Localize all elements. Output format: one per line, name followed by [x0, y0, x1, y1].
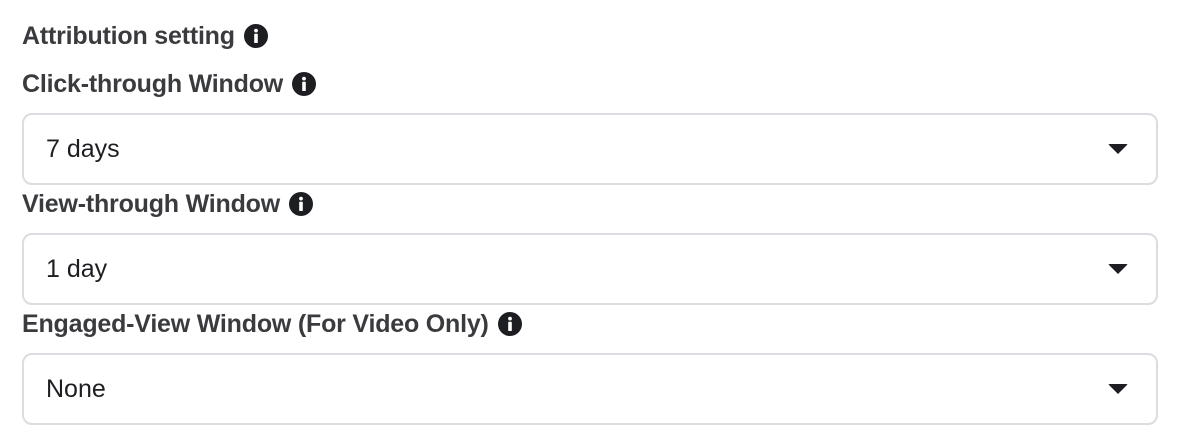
view-through-window-value: 1 day	[46, 255, 108, 283]
click-through-window-value: 7 days	[46, 135, 120, 163]
engaged-view-window-label-row: Engaged-View Window (For Video Only)	[22, 307, 522, 341]
view-through-window-label: View-through Window	[22, 189, 280, 218]
view-through-window-label-row: View-through Window	[22, 187, 313, 221]
engaged-view-window-value: None	[46, 375, 106, 403]
info-icon[interactable]	[243, 24, 268, 48]
info-icon[interactable]	[292, 72, 317, 96]
attribution-setting-header: Attribution setting	[22, 19, 268, 53]
info-icon[interactable]	[288, 192, 313, 216]
view-through-window-select[interactable]: 1 day	[22, 233, 1158, 305]
caret-down-icon	[1108, 144, 1128, 154]
engaged-view-window-label: Engaged-View Window (For Video Only)	[22, 309, 489, 338]
engaged-view-window-select[interactable]: None	[22, 353, 1158, 425]
click-through-window-label: Click-through Window	[22, 69, 284, 98]
attribution-setting-title: Attribution setting	[22, 21, 235, 50]
click-through-window-select[interactable]: 7 days	[22, 113, 1158, 185]
info-icon[interactable]	[497, 312, 522, 336]
caret-down-icon	[1108, 384, 1128, 394]
click-through-window-label-row: Click-through Window	[22, 67, 317, 101]
caret-down-icon	[1108, 264, 1128, 274]
